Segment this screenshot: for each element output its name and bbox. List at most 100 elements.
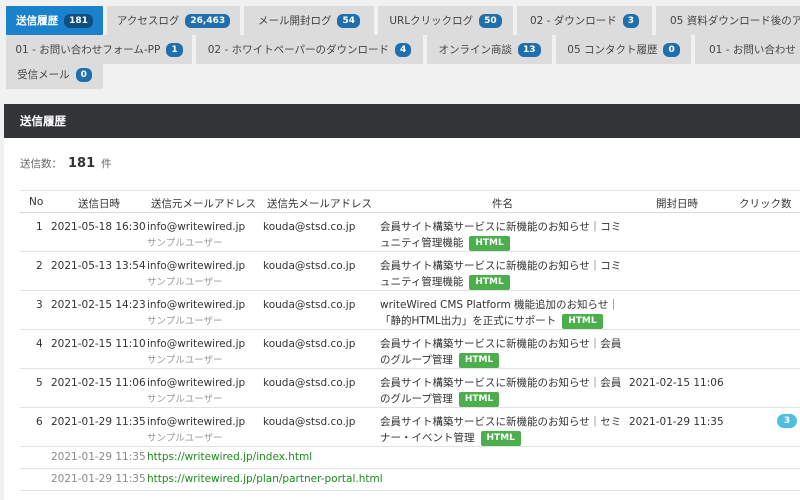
tab-count-badge: 181 — [64, 13, 93, 28]
row-no: 2 — [36, 260, 43, 272]
tab-label: 01 - お問い合わせ — [709, 44, 796, 56]
tab-online-meeting[interactable]: オンライン商談 13 — [427, 35, 552, 64]
send-count-value: 181 — [68, 156, 96, 171]
row-subject: 会員サイト構築サービスに新機能のお知らせ｜コミュニティ管理機能 HTML — [380, 258, 624, 290]
tab-label: 01 - お問い合わせフォーム-PP — [15, 44, 161, 56]
row-from-name: サンプルユーザー — [147, 277, 223, 288]
header-subject: 件名 — [492, 198, 513, 210]
row-to-email: kouda@stsd.co.jp — [263, 338, 356, 350]
tab-received-mail[interactable]: 受信メール 0 — [6, 60, 103, 89]
table-body: 1 2021-05-18 16:30 info@writewired.jp サンプルユ… — [20, 213, 800, 491]
table-row: 6 2021-01-29 11:35 info@writewired.jp サンプルユ… — [20, 408, 800, 447]
row-from-email: info@writewired.jp — [147, 221, 246, 233]
html-format-badge: HTML — [458, 352, 500, 368]
tab-whitepaper-download[interactable]: 02 - ホワイトペーパーのダウンロード 4 — [196, 35, 423, 64]
tab-label: オンライン商談 — [438, 44, 512, 56]
click-url-link[interactable]: https://writewired.jp/plan/partner-porta… — [147, 473, 383, 485]
header-to: 送信先メールアドレス — [267, 198, 372, 210]
row-subject: 会員サイト構築サービスに新機能のお知らせ｜会員のグループ管理 HTML — [380, 336, 624, 368]
tab-contact[interactable]: 01 - お問い合わせ — [695, 35, 800, 64]
tab-count-badge: 13 — [517, 42, 541, 57]
row-from-email: info@writewired.jp — [147, 377, 246, 389]
tab-label: 05 コンタクト履歴 — [567, 44, 658, 56]
tab-access-log[interactable]: アクセスログ 26,463 — [107, 6, 240, 35]
tab-after-download[interactable]: 05 資料ダウンロード後のア — [656, 6, 800, 35]
tab-label: メール開封ログ — [257, 15, 332, 27]
table-row: 4 2021-02-15 11:10 info@writewired.jp サンプルユ… — [20, 330, 800, 369]
tab-bar: 送信履歴 181 アクセスログ 26,463 メール開封ログ 54 URLクリックログ… — [0, 0, 800, 89]
table-header: No 送信日時 送信元メールアドレス 送信先メールアドレス 件名 開封日時 クリ… — [20, 190, 800, 213]
row-subject: 会員サイト構築サービスに新機能のお知らせ｜会員のグループ管理 HTML — [380, 375, 624, 407]
row-from-name: サンプルユーザー — [147, 238, 223, 249]
row-opened-at: 2021-01-29 11:35 — [629, 416, 724, 428]
table-row: 5 2021-02-15 11:06 info@writewired.jp サンプルユ… — [20, 369, 800, 408]
tab-count-badge: 0 — [663, 42, 680, 57]
subject-text: 会員サイト構築サービスに新機能のお知らせ｜会員のグループ管理 — [380, 377, 622, 405]
row-sent-at: 2021-02-15 11:10 — [51, 338, 146, 350]
tab-count-badge: 0 — [75, 67, 92, 82]
html-format-badge: HTML — [480, 430, 521, 446]
tab-label: 05 資料ダウンロード後のア — [670, 15, 800, 27]
tab-download[interactable]: 02 - ダウンロード 3 — [517, 6, 652, 35]
tab-count-badge: 26,463 — [185, 13, 231, 28]
row-opened-at: 2021-02-15 11:06 — [629, 377, 724, 389]
row-from-name: サンプルユーザー — [147, 316, 223, 327]
tab-count-badge: 1 — [166, 42, 183, 57]
header-clicks: クリック数 — [739, 198, 792, 210]
html-format-badge: HTML — [458, 391, 500, 407]
panel-title: 送信履歴 — [4, 104, 800, 138]
row-from-email: info@writewired.jp — [147, 416, 246, 428]
tab-mail-open-log[interactable]: メール開封ログ 54 — [244, 6, 374, 35]
send-count: 送信数： 181 件 — [20, 156, 112, 171]
tab-contact-history[interactable]: 05 コンタクト履歴 0 — [556, 35, 691, 64]
table-row: 2 2021-05-13 13:54 info@writewired.jp サンプルユ… — [20, 252, 800, 291]
row-subject: writeWired CMS Platform 機能追加のお知らせ｜「静的HTM… — [380, 297, 624, 329]
row-sent-at: 2021-02-15 14:23 — [51, 299, 146, 311]
click-count-badge[interactable]: 3 — [777, 414, 797, 428]
html-format-badge: HTML — [469, 274, 510, 290]
tab-label: 送信履歴 — [16, 15, 59, 27]
tab-send-history[interactable]: 送信履歴 181 — [6, 6, 103, 35]
tab-url-click-log[interactable]: URLクリックログ 50 — [378, 6, 513, 35]
html-format-badge: HTML — [562, 313, 603, 329]
tab-count-badge: 54 — [337, 13, 361, 28]
header-opened-at: 開封日時 — [656, 198, 698, 210]
header-no: No — [29, 196, 44, 208]
click-time: 2021-01-29 11:35 — [51, 473, 146, 485]
tab-row-2: 01 - お問い合わせフォーム-PP 1 02 - ホワイトペーパーのダウンロード… — [6, 35, 800, 64]
row-to-email: kouda@stsd.co.jp — [263, 299, 356, 311]
send-history-panel: 送信履歴 送信数： 181 件 No 送信日時 送信元メールアドレス 送信先メー… — [4, 104, 800, 500]
tab-row-3: 受信メール 0 — [6, 60, 107, 89]
tab-label: 受信メール — [17, 69, 70, 81]
row-to-email: kouda@stsd.co.jp — [263, 221, 356, 233]
row-from-email: info@writewired.jp — [147, 260, 246, 272]
tab-label: アクセスログ — [116, 15, 180, 27]
send-count-label: 送信数： — [20, 158, 62, 170]
tab-count-badge: 4 — [394, 42, 412, 57]
click-log-row: 2021-01-29 11:35 https://writewired.jp/pl… — [20, 469, 800, 491]
tab-count-badge: 3 — [622, 13, 640, 28]
row-subject: 会員サイト構築サービスに新機能のお知らせ｜コミュニティ管理機能 HTML — [380, 219, 624, 251]
send-count-unit: 件 — [101, 158, 112, 170]
subject-text: 会員サイト構築サービスに新機能のお知らせ｜会員のグループ管理 — [380, 338, 622, 366]
tab-label: URLクリックログ — [389, 15, 474, 27]
header-from: 送信元メールアドレス — [151, 198, 256, 210]
click-url-link[interactable]: https://writewired.jp/index.html — [147, 451, 312, 463]
row-sent-at: 2021-02-15 11:06 — [51, 377, 146, 389]
row-no: 3 — [36, 299, 43, 311]
header-sent-at: 送信日時 — [78, 198, 120, 210]
row-to-email: kouda@stsd.co.jp — [263, 260, 356, 272]
row-no: 1 — [36, 221, 43, 233]
row-no: 4 — [36, 338, 43, 350]
send-history-table: No 送信日時 送信元メールアドレス 送信先メールアドレス 件名 開封日時 クリ… — [20, 190, 800, 491]
table-row: 1 2021-05-18 16:30 info@writewired.jp サンプルユ… — [20, 213, 800, 252]
row-subject: 会員サイト構築サービスに新機能のお知らせ｜セミナー・イベント管理 HTML — [380, 414, 624, 446]
row-to-email: kouda@stsd.co.jp — [263, 416, 356, 428]
row-from-email: info@writewired.jp — [147, 338, 246, 350]
row-no: 5 — [36, 377, 43, 389]
row-sent-at: 2021-05-13 13:54 — [51, 260, 146, 272]
table-row: 3 2021-02-15 14:23 info@writewired.jp サンプルユ… — [20, 291, 800, 330]
click-log-row: 2021-01-29 11:35 https://writewired.jp/in… — [20, 447, 800, 469]
row-from-name: サンプルユーザー — [147, 433, 223, 444]
tab-label: 02 - ダウンロード — [529, 15, 617, 27]
